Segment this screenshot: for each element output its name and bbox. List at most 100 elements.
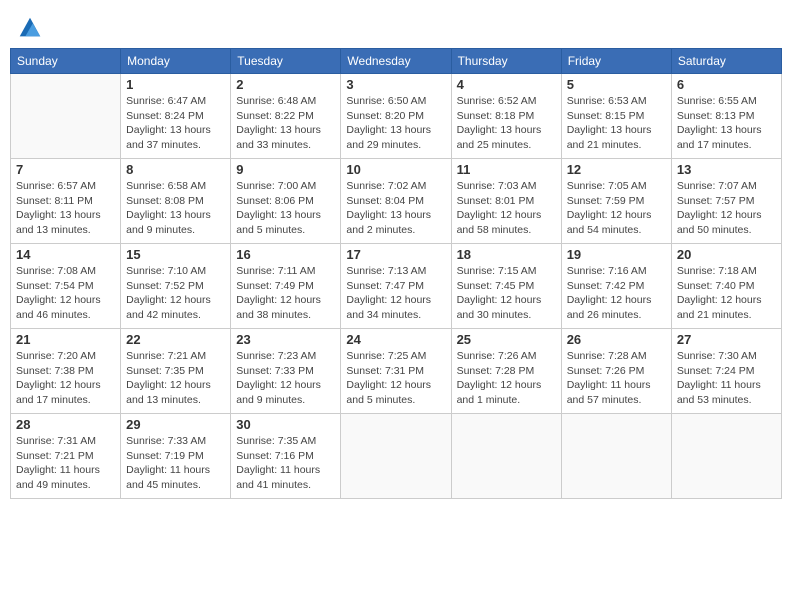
day-number: 22 (126, 332, 225, 347)
calendar-cell (11, 74, 121, 159)
day-number: 2 (236, 77, 335, 92)
day-number: 26 (567, 332, 666, 347)
day-info: Sunrise: 6:47 AMSunset: 8:24 PMDaylight:… (126, 94, 225, 153)
day-info: Sunrise: 7:25 AMSunset: 7:31 PMDaylight:… (346, 349, 445, 408)
week-row-3: 14 Sunrise: 7:08 AMSunset: 7:54 PMDayligh… (11, 244, 782, 329)
calendar-cell: 17 Sunrise: 7:13 AMSunset: 7:47 PMDayligh… (341, 244, 451, 329)
day-info: Sunrise: 7:00 AMSunset: 8:06 PMDaylight:… (236, 179, 335, 238)
day-number: 14 (16, 247, 115, 262)
day-number: 3 (346, 77, 445, 92)
weekday-header-row: SundayMondayTuesdayWednesdayThursdayFrid… (11, 49, 782, 74)
week-row-1: 1 Sunrise: 6:47 AMSunset: 8:24 PMDaylight… (11, 74, 782, 159)
calendar-cell: 24Sunrise: 7:25 AMSunset: 7:31 PMDayligh… (341, 329, 451, 414)
day-info: Sunrise: 6:52 AMSunset: 8:18 PMDaylight:… (457, 94, 556, 153)
calendar-cell: 3 Sunrise: 6:50 AMSunset: 8:20 PMDaylight… (341, 74, 451, 159)
calendar-cell: 26 Sunrise: 7:28 AMSunset: 7:26 PMDayligh… (561, 329, 671, 414)
day-info: Sunrise: 6:55 AMSunset: 8:13 PMDaylight:… (677, 94, 776, 153)
day-info: Sunrise: 6:53 AMSunset: 8:15 PMDaylight:… (567, 94, 666, 153)
day-info: Sunrise: 7:18 AMSunset: 7:40 PMDaylight:… (677, 264, 776, 323)
calendar-cell: 15 Sunrise: 7:10 AMSunset: 7:52 PMDayligh… (121, 244, 231, 329)
calendar-cell: 5 Sunrise: 6:53 AMSunset: 8:15 PMDaylight… (561, 74, 671, 159)
day-number: 8 (126, 162, 225, 177)
day-number: 15 (126, 247, 225, 262)
calendar-cell: 4 Sunrise: 6:52 AMSunset: 8:18 PMDaylight… (451, 74, 561, 159)
day-info: Sunrise: 7:13 AMSunset: 7:47 PMDaylight:… (346, 264, 445, 323)
day-number: 20 (677, 247, 776, 262)
day-number: 11 (457, 162, 556, 177)
day-number: 17 (346, 247, 445, 262)
day-number: 30 (236, 417, 335, 432)
day-info: Sunrise: 7:20 AMSunset: 7:38 PMDaylight:… (16, 349, 115, 408)
day-info: Sunrise: 7:31 AMSunset: 7:21 PMDaylight:… (16, 434, 115, 493)
day-info: Sunrise: 6:50 AMSunset: 8:20 PMDaylight:… (346, 94, 445, 153)
calendar-header: SundayMondayTuesdayWednesdayThursdayFrid… (11, 49, 782, 74)
day-info: Sunrise: 7:08 AMSunset: 7:54 PMDaylight:… (16, 264, 115, 323)
week-row-5: 28 Sunrise: 7:31 AMSunset: 7:21 PMDayligh… (11, 414, 782, 499)
day-number: 21 (16, 332, 115, 347)
day-number: 13 (677, 162, 776, 177)
day-info: Sunrise: 6:57 AMSunset: 8:11 PMDaylight:… (16, 179, 115, 238)
day-info: Sunrise: 7:10 AMSunset: 7:52 PMDaylight:… (126, 264, 225, 323)
day-number: 6 (677, 77, 776, 92)
weekday-header-sunday: Sunday (11, 49, 121, 74)
calendar-cell (561, 414, 671, 499)
day-info: Sunrise: 7:02 AMSunset: 8:04 PMDaylight:… (346, 179, 445, 238)
calendar-cell (671, 414, 781, 499)
day-number: 5 (567, 77, 666, 92)
calendar-cell (451, 414, 561, 499)
day-number: 9 (236, 162, 335, 177)
calendar-cell: 13Sunrise: 7:07 AMSunset: 7:57 PMDayligh… (671, 159, 781, 244)
calendar-body: 1 Sunrise: 6:47 AMSunset: 8:24 PMDaylight… (11, 74, 782, 499)
calendar-cell: 21 Sunrise: 7:20 AMSunset: 7:38 PMDayligh… (11, 329, 121, 414)
day-info: Sunrise: 7:28 AMSunset: 7:26 PMDaylight:… (567, 349, 666, 408)
day-info: Sunrise: 7:23 AMSunset: 7:33 PMDaylight:… (236, 349, 335, 408)
calendar-cell: 28 Sunrise: 7:31 AMSunset: 7:21 PMDayligh… (11, 414, 121, 499)
day-number: 16 (236, 247, 335, 262)
day-info: Sunrise: 7:03 AMSunset: 8:01 PMDaylight:… (457, 179, 556, 238)
day-info: Sunrise: 7:35 AMSunset: 7:16 PMDaylight:… (236, 434, 335, 493)
day-info: Sunrise: 7:15 AMSunset: 7:45 PMDaylight:… (457, 264, 556, 323)
day-number: 7 (16, 162, 115, 177)
calendar-cell: 20 Sunrise: 7:18 AMSunset: 7:40 PMDayligh… (671, 244, 781, 329)
calendar-cell: 7 Sunrise: 6:57 AMSunset: 8:11 PMDaylight… (11, 159, 121, 244)
calendar-cell: 27 Sunrise: 7:30 AMSunset: 7:24 PMDayligh… (671, 329, 781, 414)
day-number: 1 (126, 77, 225, 92)
day-info: Sunrise: 7:30 AMSunset: 7:24 PMDaylight:… (677, 349, 776, 408)
day-number: 4 (457, 77, 556, 92)
day-info: Sunrise: 7:16 AMSunset: 7:42 PMDaylight:… (567, 264, 666, 323)
calendar-cell: 11 Sunrise: 7:03 AMSunset: 8:01 PMDayligh… (451, 159, 561, 244)
logo (14, 14, 44, 42)
week-row-4: 21 Sunrise: 7:20 AMSunset: 7:38 PMDayligh… (11, 329, 782, 414)
calendar-cell: 6 Sunrise: 6:55 AMSunset: 8:13 PMDaylight… (671, 74, 781, 159)
page-header (10, 10, 782, 42)
day-info: Sunrise: 7:21 AMSunset: 7:35 PMDaylight:… (126, 349, 225, 408)
calendar-cell: 25 Sunrise: 7:26 AMSunset: 7:28 PMDayligh… (451, 329, 561, 414)
weekday-header-monday: Monday (121, 49, 231, 74)
day-number: 12 (567, 162, 666, 177)
day-number: 19 (567, 247, 666, 262)
day-info: Sunrise: 7:26 AMSunset: 7:28 PMDaylight:… (457, 349, 556, 408)
day-number: 10 (346, 162, 445, 177)
day-number: 27 (677, 332, 776, 347)
day-info: Sunrise: 7:11 AMSunset: 7:49 PMDaylight:… (236, 264, 335, 323)
calendar-cell: 29 Sunrise: 7:33 AMSunset: 7:19 PMDayligh… (121, 414, 231, 499)
weekday-header-saturday: Saturday (671, 49, 781, 74)
day-number: 18 (457, 247, 556, 262)
calendar-cell: 23 Sunrise: 7:23 AMSunset: 7:33 PMDayligh… (231, 329, 341, 414)
day-number: 29 (126, 417, 225, 432)
week-row-2: 7 Sunrise: 6:57 AMSunset: 8:11 PMDaylight… (11, 159, 782, 244)
logo-icon (16, 14, 44, 42)
day-info: Sunrise: 7:33 AMSunset: 7:19 PMDaylight:… (126, 434, 225, 493)
weekday-header-friday: Friday (561, 49, 671, 74)
day-number: 25 (457, 332, 556, 347)
weekday-header-thursday: Thursday (451, 49, 561, 74)
calendar-cell: 19 Sunrise: 7:16 AMSunset: 7:42 PMDayligh… (561, 244, 671, 329)
day-number: 23 (236, 332, 335, 347)
calendar-cell: 14 Sunrise: 7:08 AMSunset: 7:54 PMDayligh… (11, 244, 121, 329)
calendar-cell: 16 Sunrise: 7:11 AMSunset: 7:49 PMDayligh… (231, 244, 341, 329)
calendar-cell: 12Sunrise: 7:05 AMSunset: 7:59 PMDayligh… (561, 159, 671, 244)
calendar-cell: 8 Sunrise: 6:58 AMSunset: 8:08 PMDaylight… (121, 159, 231, 244)
day-number: 28 (16, 417, 115, 432)
calendar-cell (341, 414, 451, 499)
day-info: Sunrise: 6:58 AMSunset: 8:08 PMDaylight:… (126, 179, 225, 238)
